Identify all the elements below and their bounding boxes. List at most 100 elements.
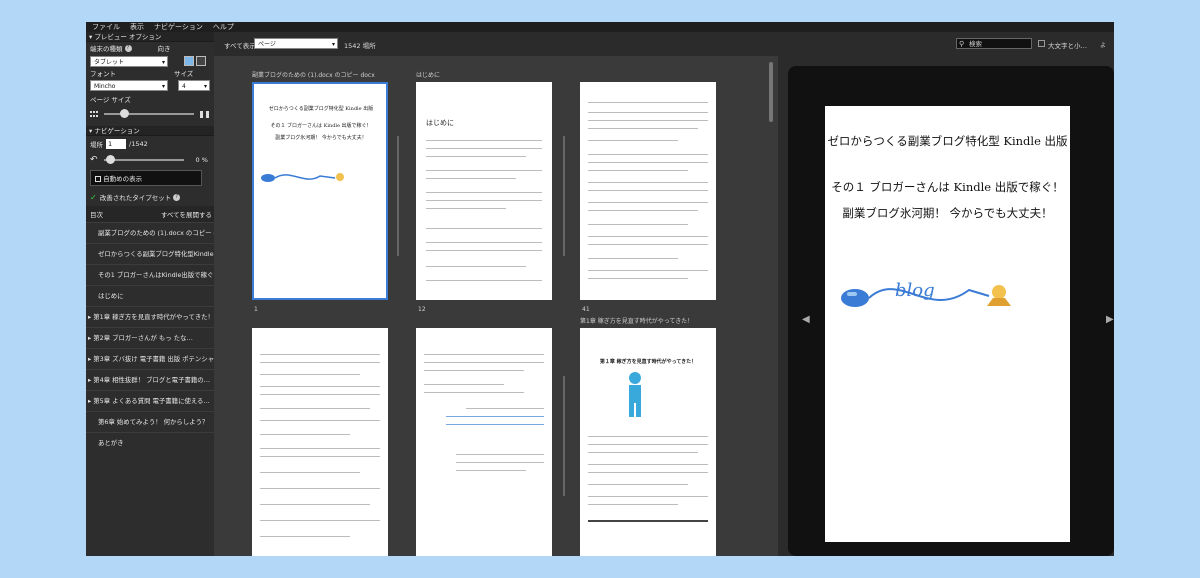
- search-placeholder: 検索: [969, 40, 982, 48]
- page-size-slider[interactable]: [104, 109, 194, 118]
- text-line: [588, 496, 708, 497]
- preview-options-header[interactable]: ▾ プレビュー オプション: [86, 32, 214, 42]
- text-line: [588, 190, 708, 191]
- text-line: [424, 384, 504, 385]
- text-line: [426, 140, 542, 141]
- toc-item[interactable]: 第6章 始めてみよう！ 何からしよう？: [86, 411, 214, 432]
- text-line: [426, 200, 542, 201]
- page-splitter[interactable]: [563, 136, 565, 256]
- toc-item-label: 第4章 相性抜群！ ブログと電子書籍の…: [93, 376, 211, 384]
- text-line: [426, 170, 542, 171]
- toc-item[interactable]: その1 ブロガーさんはKindle出版で稼ぐ！…: [86, 264, 214, 285]
- page-thumbnail[interactable]: [580, 82, 716, 300]
- text-line: [260, 448, 380, 449]
- text-line: [426, 228, 542, 229]
- font-label: フォント: [90, 70, 116, 78]
- text-line: [446, 416, 544, 417]
- device-type-label: 端末の種類: [90, 45, 123, 53]
- slider-thumb[interactable]: [105, 155, 115, 164]
- portrait-button[interactable]: [184, 56, 194, 66]
- device-page: ゼロからつくる副業ブログ特化型 Kindle 出版 その１ ブロガーさんは Ki…: [825, 106, 1070, 542]
- scrollbar[interactable]: [769, 62, 773, 122]
- help-icon[interactable]: ?: [173, 193, 181, 201]
- page-splitter[interactable]: [563, 376, 565, 496]
- case-checkbox[interactable]: [1038, 40, 1045, 47]
- text-line: [426, 192, 542, 193]
- section-header: はじめに: [416, 72, 441, 79]
- toolbar-overflow-label: よ: [1100, 42, 1107, 49]
- person-illustration-icon: [629, 372, 641, 417]
- menu-navigation[interactable]: ナビゲーション: [154, 22, 203, 32]
- location-count: 1542 場所: [344, 42, 376, 50]
- text-line: [588, 120, 708, 121]
- text-line: [588, 140, 678, 141]
- text-line: [426, 280, 542, 281]
- page-thumbnail[interactable]: [416, 328, 552, 556]
- landscape-button[interactable]: [196, 56, 206, 66]
- chevron-down-icon: ▾: [331, 41, 335, 48]
- view-select[interactable]: ページ ▾: [254, 38, 338, 49]
- text-line: [426, 178, 516, 179]
- text-line: [260, 420, 380, 421]
- toc-item[interactable]: はじめに: [86, 285, 214, 306]
- search-input[interactable]: ⚲ 検索: [956, 38, 1032, 49]
- toc-item[interactable]: 副業ブログのための (1).docx のコピー docx: [86, 222, 214, 243]
- text-line: [466, 408, 544, 409]
- thumb-heading: はじめに: [426, 119, 454, 127]
- toc-item[interactable]: あとがき: [86, 432, 214, 453]
- slider-thumb[interactable]: [120, 109, 129, 118]
- page-thumbnail[interactable]: 第１章 稼ぎ方を見直す時代がやってきた！: [580, 328, 716, 556]
- toc-item[interactable]: ▸ 第4章 相性抜群！ ブログと電子書籍の…: [86, 369, 214, 390]
- size-select[interactable]: 4 ▾: [178, 79, 210, 91]
- chevron-down-icon: ▾: [161, 58, 165, 66]
- text-line: [588, 504, 678, 505]
- back-arrow-icon[interactable]: ↶: [90, 155, 98, 165]
- page-number: 41: [582, 306, 590, 313]
- location-input[interactable]: 1: [106, 139, 126, 149]
- text-line: [588, 452, 698, 453]
- book-subtitle: その１ ブロガーさんは Kindle 出版で稼ぐ！: [831, 180, 1064, 194]
- toc-item[interactable]: ▸ 第1章 稼ぎ方を見直す時代がやってきた！: [86, 306, 214, 327]
- expand-all-link[interactable]: すべてを展開する: [161, 209, 212, 219]
- text-line: [260, 504, 370, 505]
- page-splitter[interactable]: [397, 136, 399, 256]
- book-title: ゼロからつくる副業ブログ特化型 Kindle 出版: [827, 134, 1068, 148]
- menu-file[interactable]: ファイル: [92, 22, 120, 32]
- page-thumbnail[interactable]: [252, 328, 388, 556]
- text-line: [260, 354, 380, 355]
- text-line: [588, 244, 708, 245]
- toc-item[interactable]: ゼロからつくる副業ブログ特化型Kindle出版: [86, 243, 214, 264]
- text-line: [588, 224, 688, 225]
- help-icon[interactable]: ?: [124, 44, 132, 52]
- blog-logo-icon: blog: [841, 280, 1011, 307]
- text-line: [588, 128, 698, 129]
- auto-display-button[interactable]: 自動めの表示: [90, 170, 202, 186]
- menu-help[interactable]: ヘルプ: [213, 22, 234, 32]
- menu-view[interactable]: 表示: [130, 22, 144, 32]
- text-line: [426, 148, 542, 149]
- toc-header[interactable]: 目次: [90, 209, 103, 219]
- font-select[interactable]: Mincho ▾: [90, 79, 168, 91]
- zoom-value: 0 %: [195, 156, 208, 164]
- text-line: [588, 258, 678, 259]
- page-thumbnail-selected[interactable]: ゼロからつくる副業ブログ特化型 Kindle 出版 その１ ブロガーさんは Ki…: [252, 82, 388, 300]
- toc-item-label: 第1章 稼ぎ方を見直す時代がやってきた！: [93, 313, 214, 321]
- toc-item[interactable]: ▸ 第3章 ズバ抜け 電子書籍 出版 ポテンシャ…: [86, 348, 214, 369]
- next-page-arrow-icon[interactable]: ▶: [1106, 314, 1114, 325]
- location-slider[interactable]: [103, 155, 184, 164]
- device-select[interactable]: タブレット ▾: [90, 55, 168, 67]
- text-line: [456, 470, 526, 471]
- prev-page-arrow-icon[interactable]: ◀: [802, 314, 810, 325]
- text-line: [260, 488, 380, 489]
- toc-item[interactable]: ▸ 第5章 よくある質問 電子書籍に使える…: [86, 390, 214, 411]
- font-value: Mincho: [94, 82, 116, 90]
- text-line: [260, 374, 360, 375]
- text-line: [588, 520, 708, 522]
- page-thumbnail[interactable]: はじめに: [416, 82, 552, 300]
- text-line: [426, 208, 506, 209]
- text-line: [588, 444, 708, 445]
- navigation-header[interactable]: ▾ ナビゲーション: [86, 126, 214, 136]
- toc-item[interactable]: ▸ 第2章 ブロガーさんが もっ たな…: [86, 327, 214, 348]
- toc-item-label: 第2章 ブロガーさんが もっ たな…: [93, 334, 193, 342]
- toolbar: すべて表示 ページ ▾ 1542 場所 ⚲ 検索 大文字と小…: [214, 32, 1114, 56]
